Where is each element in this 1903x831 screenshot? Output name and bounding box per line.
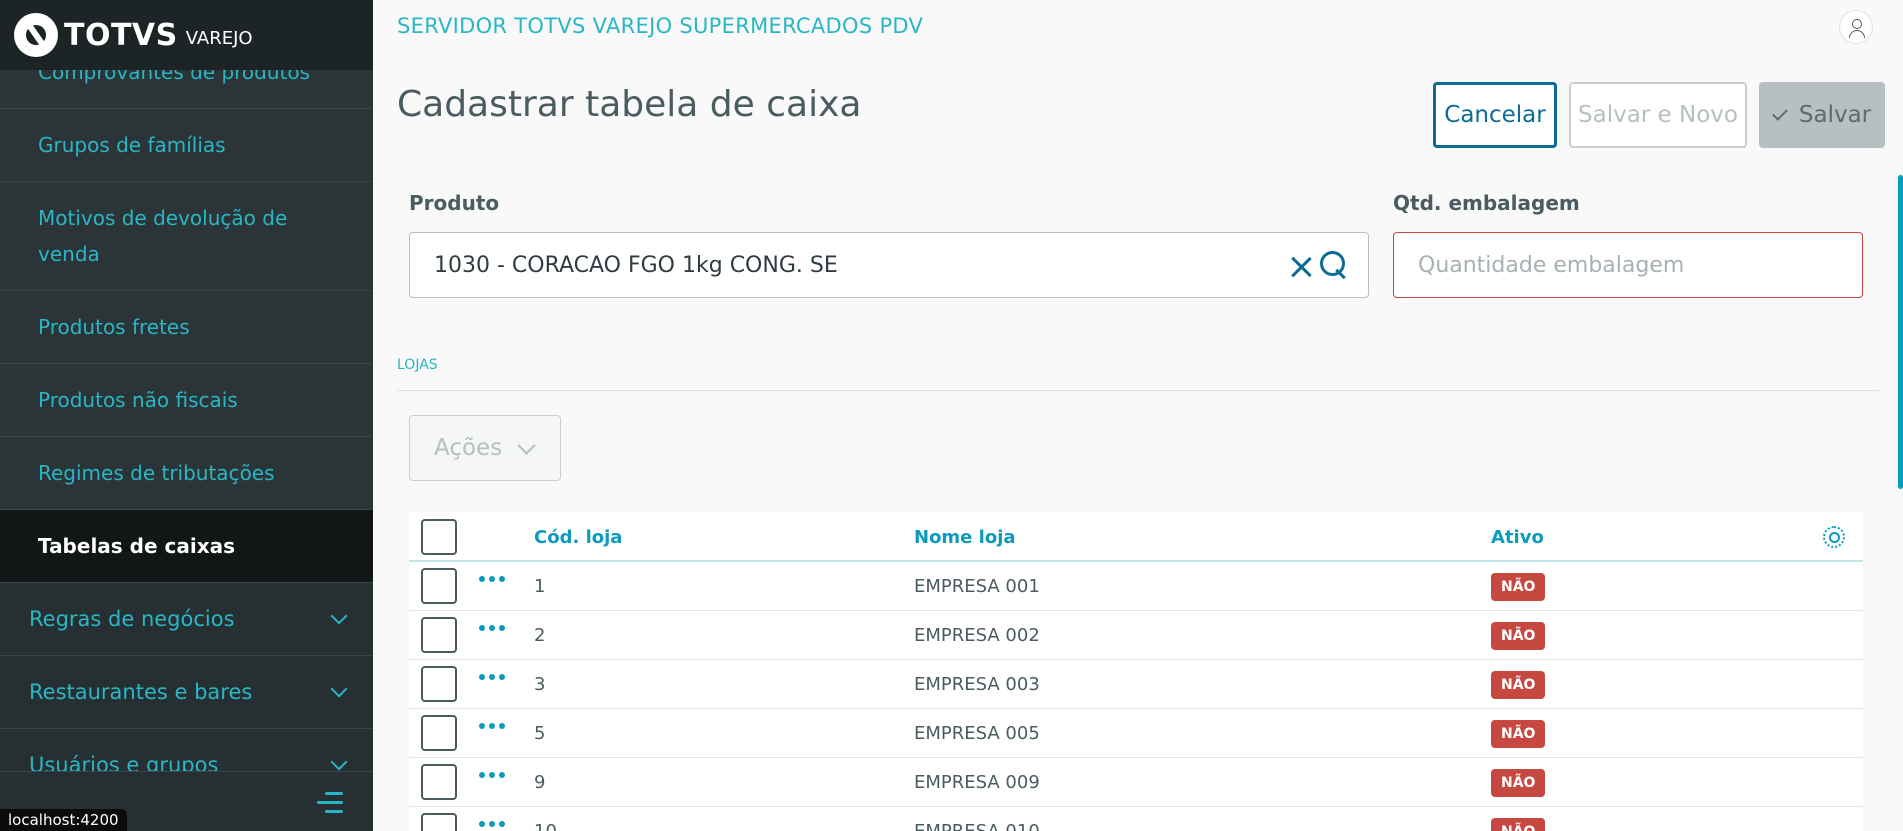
check-icon — [1772, 105, 1788, 121]
logo-text: TOTVS — [64, 17, 178, 53]
sidebar-group-restaurantes-bares[interactable]: Restaurantes e bares — [0, 656, 373, 729]
cell-cod-loja: 2 — [534, 625, 546, 646]
cancel-button[interactable]: Cancelar — [1433, 82, 1557, 148]
app-logo[interactable]: TOTVS VAREJO — [0, 0, 373, 70]
cell-nome-loja: EMPRESA 003 — [914, 674, 1040, 695]
chevron-down-icon — [330, 753, 348, 771]
status-badge: NÃO — [1491, 622, 1546, 650]
search-icon[interactable] — [1320, 251, 1350, 281]
cell-cod-loja: 10 — [534, 821, 557, 831]
sidebar: Comprovantes de produtos Grupos de famíl… — [0, 0, 373, 831]
lojas-table: Cód. loja Nome loja Ativo 1 EMPRESA 001 NÃ… — [409, 512, 1863, 831]
cell-cod-loja: 9 — [534, 772, 546, 793]
produto-label: Produto — [409, 191, 500, 215]
user-icon[interactable] — [1839, 10, 1873, 44]
section-lojas-label: LOJAS — [397, 357, 438, 373]
qtd-embalagem-input[interactable]: Quantidade embalagem — [1393, 232, 1863, 298]
save-button[interactable]: Salvar — [1759, 82, 1885, 148]
column-header-ativo[interactable]: Ativo — [1491, 527, 1544, 548]
column-header-nome-loja[interactable]: Nome loja — [914, 527, 1016, 548]
main-content: SERVIDOR TOTVS VAREJO SUPERMERCADOS PDV … — [373, 0, 1903, 831]
table-row[interactable]: 9 EMPRESA 009 NÃO — [409, 758, 1863, 807]
table-row[interactable]: 1 EMPRESA 001 NÃO — [409, 562, 1863, 611]
cell-cod-loja: 5 — [534, 723, 546, 744]
produto-lookup-field[interactable]: 1030 - CORACAO FGO 1kg CONG. SE — [409, 232, 1369, 298]
status-badge: NÃO — [1491, 769, 1546, 797]
more-actions-icon[interactable] — [479, 721, 505, 731]
logo-subtitle: VAREJO — [185, 27, 253, 49]
save-button-label: Salvar — [1798, 102, 1872, 128]
more-actions-icon[interactable] — [479, 770, 505, 780]
cell-nome-loja: EMPRESA 001 — [914, 576, 1040, 597]
save-and-new-button[interactable]: Salvar e Novo — [1569, 82, 1747, 148]
sidebar-item-label: Motivos de devolução de venda — [38, 206, 288, 266]
sidebar-item-label: Produtos fretes — [38, 315, 190, 339]
sidebar-item-label: Regimes de tributações — [38, 461, 275, 485]
more-actions-icon[interactable] — [479, 623, 505, 633]
select-all-checkbox[interactable] — [421, 519, 457, 555]
sidebar-item-motivos-devolucao[interactable]: Motivos de devolução de venda — [0, 182, 373, 291]
status-badge: NÃO — [1491, 573, 1546, 601]
sidebar-item-produtos-nao-fiscais[interactable]: Produtos não fiscais — [0, 364, 373, 437]
status-badge: NÃO — [1491, 671, 1546, 699]
more-actions-icon[interactable] — [479, 819, 505, 829]
table-body: 1 EMPRESA 001 NÃO 2 EMPRESA 002 NÃO 3 EMPRESA 0… — [409, 562, 1863, 831]
table-row[interactable]: 3 EMPRESA 003 NÃO — [409, 660, 1863, 709]
row-checkbox[interactable] — [421, 813, 457, 831]
cell-nome-loja: EMPRESA 002 — [914, 625, 1040, 646]
table-row[interactable]: 2 EMPRESA 002 NÃO — [409, 611, 1863, 660]
cell-cod-loja: 3 — [534, 674, 546, 695]
page-title: Cadastrar tabela de caixa — [397, 84, 862, 125]
chevron-down-icon — [330, 607, 348, 625]
gear-icon[interactable] — [1823, 526, 1845, 548]
sidebar-item-produtos-fretes[interactable]: Produtos fretes — [0, 291, 373, 364]
scrollbar[interactable] — [1898, 175, 1903, 489]
cell-cod-loja: 1 — [534, 576, 546, 597]
sidebar-group-regras-negocios[interactable]: Regras de negócios — [0, 583, 373, 656]
table-row[interactable]: 10 EMPRESA 010 NÃO — [409, 807, 1863, 831]
sidebar-group-label: Restaurantes e bares — [29, 680, 253, 704]
more-actions-icon[interactable] — [479, 672, 505, 682]
chevron-down-icon — [517, 435, 536, 455]
cell-nome-loja: EMPRESA 009 — [914, 772, 1040, 793]
clear-icon[interactable] — [1290, 255, 1312, 277]
status-url-tooltip: localhost:4200 — [0, 809, 127, 831]
actions-dropdown-button[interactable]: Ações — [409, 415, 561, 481]
chevron-down-icon — [330, 680, 348, 698]
sidebar-item-label: Grupos de famílias — [38, 133, 226, 157]
row-checkbox[interactable] — [421, 666, 457, 702]
row-checkbox[interactable] — [421, 715, 457, 751]
column-header-cod-loja[interactable]: Cód. loja — [534, 527, 622, 548]
status-badge: NÃO — [1491, 818, 1546, 831]
actions-label: Ações — [434, 435, 503, 461]
totvs-logo-icon — [14, 13, 58, 57]
more-actions-icon[interactable] — [479, 574, 505, 584]
row-checkbox[interactable] — [421, 764, 457, 800]
row-checkbox[interactable] — [421, 568, 457, 604]
collapse-menu-icon[interactable] — [317, 792, 343, 814]
cell-nome-loja: EMPRESA 005 — [914, 723, 1040, 744]
sidebar-item-grupos-familias[interactable]: Grupos de famílias — [0, 109, 373, 182]
sidebar-group-label: Regras de negócios — [29, 607, 235, 631]
sidebar-item-tabelas-caixas[interactable]: Tabelas de caixas — [0, 510, 373, 583]
sidebar-menu: Comprovantes de produtos Grupos de famíl… — [0, 36, 373, 802]
cell-nome-loja: EMPRESA 010 — [914, 821, 1040, 831]
produto-value: 1030 - CORACAO FGO 1kg CONG. SE — [434, 252, 838, 278]
qtd-embalagem-label: Qtd. embalagem — [1393, 191, 1580, 215]
qtd-embalagem-placeholder: Quantidade embalagem — [1418, 252, 1685, 278]
table-header: Cód. loja Nome loja Ativo — [409, 512, 1863, 562]
status-badge: NÃO — [1491, 720, 1546, 748]
section-divider — [397, 390, 1879, 391]
sidebar-item-regimes-tributacoes[interactable]: Regimes de tributações — [0, 437, 373, 510]
sidebar-item-label: Tabelas de caixas — [38, 534, 236, 558]
table-row[interactable]: 5 EMPRESA 005 NÃO — [409, 709, 1863, 758]
row-checkbox[interactable] — [421, 617, 457, 653]
server-title: SERVIDOR TOTVS VAREJO SUPERMERCADOS PDV — [397, 14, 924, 38]
sidebar-item-label: Produtos não fiscais — [38, 388, 238, 412]
